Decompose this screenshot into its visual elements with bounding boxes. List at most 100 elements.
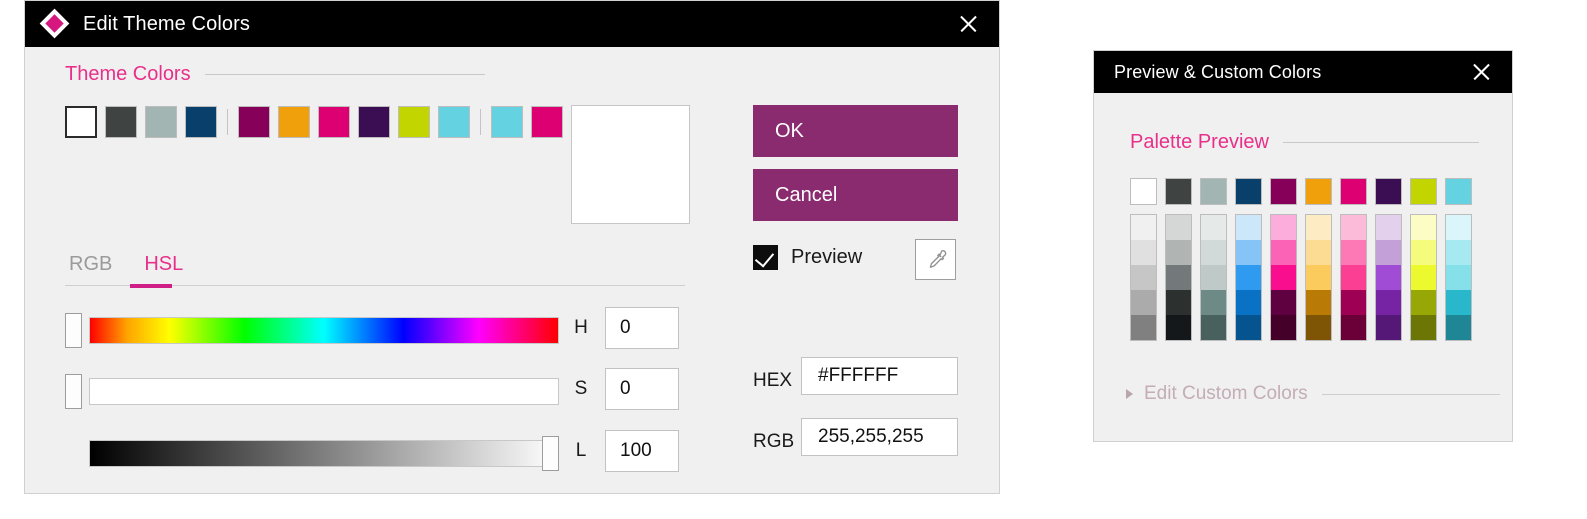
ok-button[interactable]: OK	[753, 105, 958, 157]
palette-tint-pink-5[interactable]	[1341, 315, 1366, 340]
palette-tint-lime-5[interactable]	[1411, 315, 1436, 340]
palette-tints-cyan[interactable]	[1445, 214, 1472, 341]
theme-swatch-gray-green[interactable]	[145, 106, 177, 138]
palette-tint-white-2[interactable]	[1131, 240, 1156, 265]
palette-tint-cyan-4[interactable]	[1446, 290, 1471, 315]
palette-base-pink[interactable]	[1340, 178, 1367, 205]
luminance-value-input[interactable]: 100	[605, 430, 679, 472]
eyedropper-button[interactable]	[915, 239, 956, 280]
palette-tint-cyan-5[interactable]	[1446, 315, 1471, 340]
close-icon[interactable]	[1464, 55, 1498, 89]
palette-tint-white-4[interactable]	[1131, 290, 1156, 315]
palette-tints-white[interactable]	[1130, 214, 1157, 341]
theme-swatch-orange[interactable]	[278, 106, 310, 138]
palette-tint-cyan-1[interactable]	[1446, 215, 1471, 240]
saturation-slider-track[interactable]	[89, 378, 559, 405]
palette-tints-dark-gray[interactable]	[1165, 214, 1192, 341]
palette-tint-orange-4[interactable]	[1306, 290, 1331, 315]
palette-tint-cyan-2[interactable]	[1446, 240, 1471, 265]
theme-swatch-lime[interactable]	[398, 106, 430, 138]
palette-tint-navy-5[interactable]	[1236, 315, 1261, 340]
palette-tints-orange[interactable]	[1305, 214, 1332, 341]
tab-rgb[interactable]: RGB	[65, 253, 116, 284]
rgb-input[interactable]: 255,255,255	[801, 418, 958, 456]
tab-hsl[interactable]: HSL	[140, 253, 187, 284]
palette-tint-dark-purple-5[interactable]	[1376, 315, 1401, 340]
theme-swatch-dark-purple[interactable]	[358, 106, 390, 138]
theme-swatch-pink[interactable]	[318, 106, 350, 138]
preview-checkbox[interactable]	[753, 245, 778, 270]
palette-tint-pink-2[interactable]	[1341, 240, 1366, 265]
palette-tint-lime-1[interactable]	[1411, 215, 1436, 240]
palette-base-lime[interactable]	[1410, 178, 1437, 205]
palette-tint-white-1[interactable]	[1131, 215, 1156, 240]
palette-tints-gray-green[interactable]	[1200, 214, 1227, 341]
palette-base-dark-magenta[interactable]	[1270, 178, 1297, 205]
palette-tint-gray-green-5[interactable]	[1201, 315, 1226, 340]
theme-swatch-white[interactable]	[64, 105, 98, 139]
palette-tint-dark-gray-5[interactable]	[1166, 315, 1191, 340]
palette-tint-lime-2[interactable]	[1411, 240, 1436, 265]
palette-tint-dark-purple-3[interactable]	[1376, 265, 1401, 290]
palette-tint-dark-magenta-1[interactable]	[1271, 215, 1296, 240]
cancel-button[interactable]: Cancel	[753, 169, 958, 221]
palette-base-white[interactable]	[1130, 178, 1157, 205]
palette-base-orange[interactable]	[1305, 178, 1332, 205]
palette-tint-orange-3[interactable]	[1306, 265, 1331, 290]
palette-tint-dark-purple-4[interactable]	[1376, 290, 1401, 315]
palette-tint-white-5[interactable]	[1131, 315, 1156, 340]
palette-tint-white-3[interactable]	[1131, 265, 1156, 290]
palette-tint-gray-green-2[interactable]	[1201, 240, 1226, 265]
palette-base-cyan[interactable]	[1445, 178, 1472, 205]
palette-tint-dark-magenta-2[interactable]	[1271, 240, 1296, 265]
palette-tint-dark-magenta-4[interactable]	[1271, 290, 1296, 315]
hue-slider-track[interactable]	[89, 317, 559, 344]
palette-tint-dark-magenta-3[interactable]	[1271, 265, 1296, 290]
palette-tint-gray-green-3[interactable]	[1201, 265, 1226, 290]
palette-tints-pink[interactable]	[1340, 214, 1367, 341]
hex-input[interactable]: #FFFFFF	[801, 357, 958, 395]
saturation-slider-thumb[interactable]	[65, 374, 82, 409]
palette-tint-lime-3[interactable]	[1411, 265, 1436, 290]
palette-tint-navy-3[interactable]	[1236, 265, 1261, 290]
close-icon[interactable]	[951, 7, 985, 41]
palette-tint-dark-gray-2[interactable]	[1166, 240, 1191, 265]
palette-tint-orange-5[interactable]	[1306, 315, 1331, 340]
palette-tint-pink-4[interactable]	[1341, 290, 1366, 315]
palette-tint-dark-gray-1[interactable]	[1166, 215, 1191, 240]
palette-tint-pink-1[interactable]	[1341, 215, 1366, 240]
palette-tint-gray-green-1[interactable]	[1201, 215, 1226, 240]
palette-tint-navy-2[interactable]	[1236, 240, 1261, 265]
palette-tint-navy-4[interactable]	[1236, 290, 1261, 315]
palette-tints-lime[interactable]	[1410, 214, 1437, 341]
luminance-slider-track[interactable]	[89, 440, 559, 467]
saturation-value-input[interactable]: 0	[605, 368, 679, 410]
palette-tint-lime-4[interactable]	[1411, 290, 1436, 315]
palette-tints-dark-magenta[interactable]	[1270, 214, 1297, 341]
hue-slider-thumb[interactable]	[65, 313, 82, 348]
palette-tints-dark-purple[interactable]	[1375, 214, 1402, 341]
palette-tint-navy-1[interactable]	[1236, 215, 1261, 240]
theme-swatch-dark-magenta[interactable]	[238, 106, 270, 138]
palette-tint-dark-gray-3[interactable]	[1166, 265, 1191, 290]
palette-tint-dark-gray-4[interactable]	[1166, 290, 1191, 315]
palette-tint-cyan-3[interactable]	[1446, 265, 1471, 290]
palette-tint-dark-purple-1[interactable]	[1376, 215, 1401, 240]
palette-base-gray-green[interactable]	[1200, 178, 1227, 205]
hue-value-input[interactable]: 0	[605, 307, 679, 349]
theme-swatch-pink-alt[interactable]	[531, 106, 563, 138]
palette-tint-orange-2[interactable]	[1306, 240, 1331, 265]
edit-custom-colors-toggle[interactable]: Edit Custom Colors	[1126, 383, 1500, 405]
palette-tint-pink-3[interactable]	[1341, 265, 1366, 290]
palette-tint-gray-green-4[interactable]	[1201, 290, 1226, 315]
palette-tints-navy[interactable]	[1235, 214, 1262, 341]
palette-base-dark-purple[interactable]	[1375, 178, 1402, 205]
palette-base-navy[interactable]	[1235, 178, 1262, 205]
theme-swatch-cyan[interactable]	[438, 106, 470, 138]
palette-base-dark-gray[interactable]	[1165, 178, 1192, 205]
theme-swatch-dark-gray[interactable]	[105, 106, 137, 138]
palette-tint-dark-purple-2[interactable]	[1376, 240, 1401, 265]
theme-swatch-navy[interactable]	[185, 106, 217, 138]
palette-tint-dark-magenta-5[interactable]	[1271, 315, 1296, 340]
palette-tint-orange-1[interactable]	[1306, 215, 1331, 240]
